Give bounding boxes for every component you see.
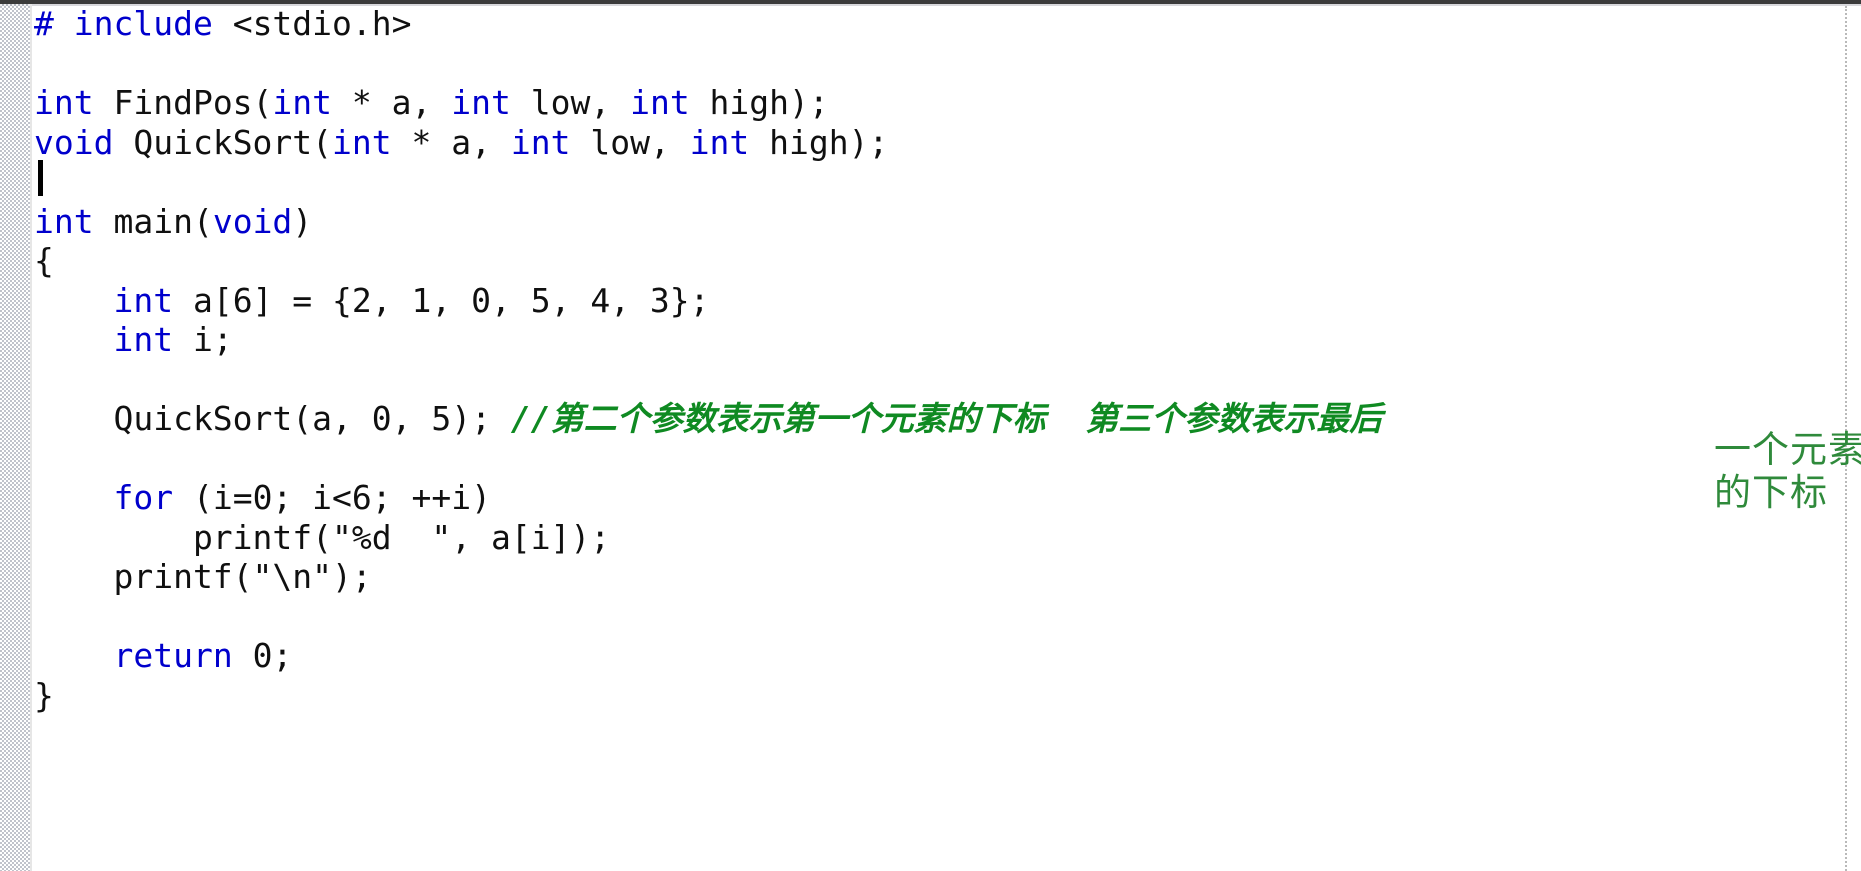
code-token: //第二个参数表示第一个元素的下标 第三个参数表示最后 (510, 399, 1383, 438)
code-line[interactable]: int main(void) (34, 202, 1854, 242)
code-token: ) (292, 201, 313, 241)
code-line[interactable]: return 0; (34, 636, 1854, 676)
code-token: return (113, 636, 233, 675)
code-line[interactable]: int i; (34, 320, 1854, 360)
annotation-text-line-1: 一个元素 (1714, 428, 1861, 471)
code-token: printf("\n"); (34, 557, 372, 596)
code-token: * a, (391, 122, 511, 162)
code-line[interactable] (34, 360, 1854, 400)
code-token: high); (749, 122, 889, 162)
code-token: int (113, 280, 174, 320)
code-token: main( (93, 201, 213, 241)
code-token: QuickSort(a, 0, 5); (34, 399, 511, 438)
code-editor-window: # include <stdio.h> int FindPos(int * a,… (0, 0, 1861, 871)
code-token: { (34, 241, 54, 280)
annotation-text-line-2: 的下标 (1714, 471, 1828, 514)
code-line[interactable]: int a[6] = {2, 1, 0, 5, 4, 3}; (34, 281, 1854, 321)
code-token: int (113, 320, 174, 359)
code-line[interactable] (34, 597, 1854, 637)
code-token: void (212, 201, 293, 241)
code-token: int (451, 83, 511, 122)
code-line[interactable]: printf("\n"); (34, 557, 1854, 597)
code-token: * a, (332, 83, 452, 122)
code-line[interactable]: # include <stdio.h> (34, 4, 1854, 44)
code-token: include (73, 4, 213, 43)
code-token: high); (689, 83, 829, 122)
code-token: QuickSort( (113, 122, 333, 162)
code-line[interactable]: for (i=0; i<6; ++i) (34, 478, 1854, 518)
code-token: int (689, 122, 750, 162)
code-token: # (34, 4, 54, 43)
code-line[interactable]: printf("%d ", a[i]); (34, 518, 1854, 558)
code-text-area[interactable]: # include <stdio.h> int FindPos(int * a,… (34, 4, 1854, 871)
code-line[interactable] (34, 439, 1854, 479)
code-token: void (34, 122, 114, 162)
code-token: printf("%d ", a[i]); (34, 517, 611, 557)
code-line[interactable]: } (34, 676, 1854, 716)
editor-gutter[interactable] (0, 4, 30, 871)
code-token: low, (510, 83, 631, 122)
editor-gutter-edge (30, 4, 32, 871)
code-token: int (510, 122, 571, 162)
code-token: int (34, 201, 94, 241)
code-line[interactable]: void QuickSort(int * a, int low, int hig… (34, 123, 1854, 163)
code-token: (i=0; i<6; ++i) (173, 478, 491, 517)
code-line[interactable]: int FindPos(int * a, int low, int high); (34, 83, 1854, 123)
code-token: int (630, 83, 690, 122)
code-token: int (34, 83, 94, 122)
code-token: for (113, 478, 174, 517)
code-token: 0; (232, 636, 293, 675)
code-token: a[6] = {2, 1, 0, 5, 4, 3}; (173, 280, 710, 320)
code-token: } (34, 675, 54, 715)
code-line[interactable]: { (34, 241, 1854, 281)
code-token: int (332, 122, 392, 162)
code-line[interactable]: QuickSort(a, 0, 5); //第二个参数表示第一个元素的下标 第三… (34, 399, 1854, 439)
code-token: int (272, 83, 333, 122)
code-token: i; (173, 320, 233, 359)
code-token: FindPos( (93, 83, 273, 122)
code-line[interactable] (34, 162, 1854, 202)
code-token: <stdio.h> (212, 4, 412, 43)
code-line[interactable] (34, 44, 1854, 84)
code-token: low, (570, 122, 690, 162)
text-caret (38, 160, 43, 196)
